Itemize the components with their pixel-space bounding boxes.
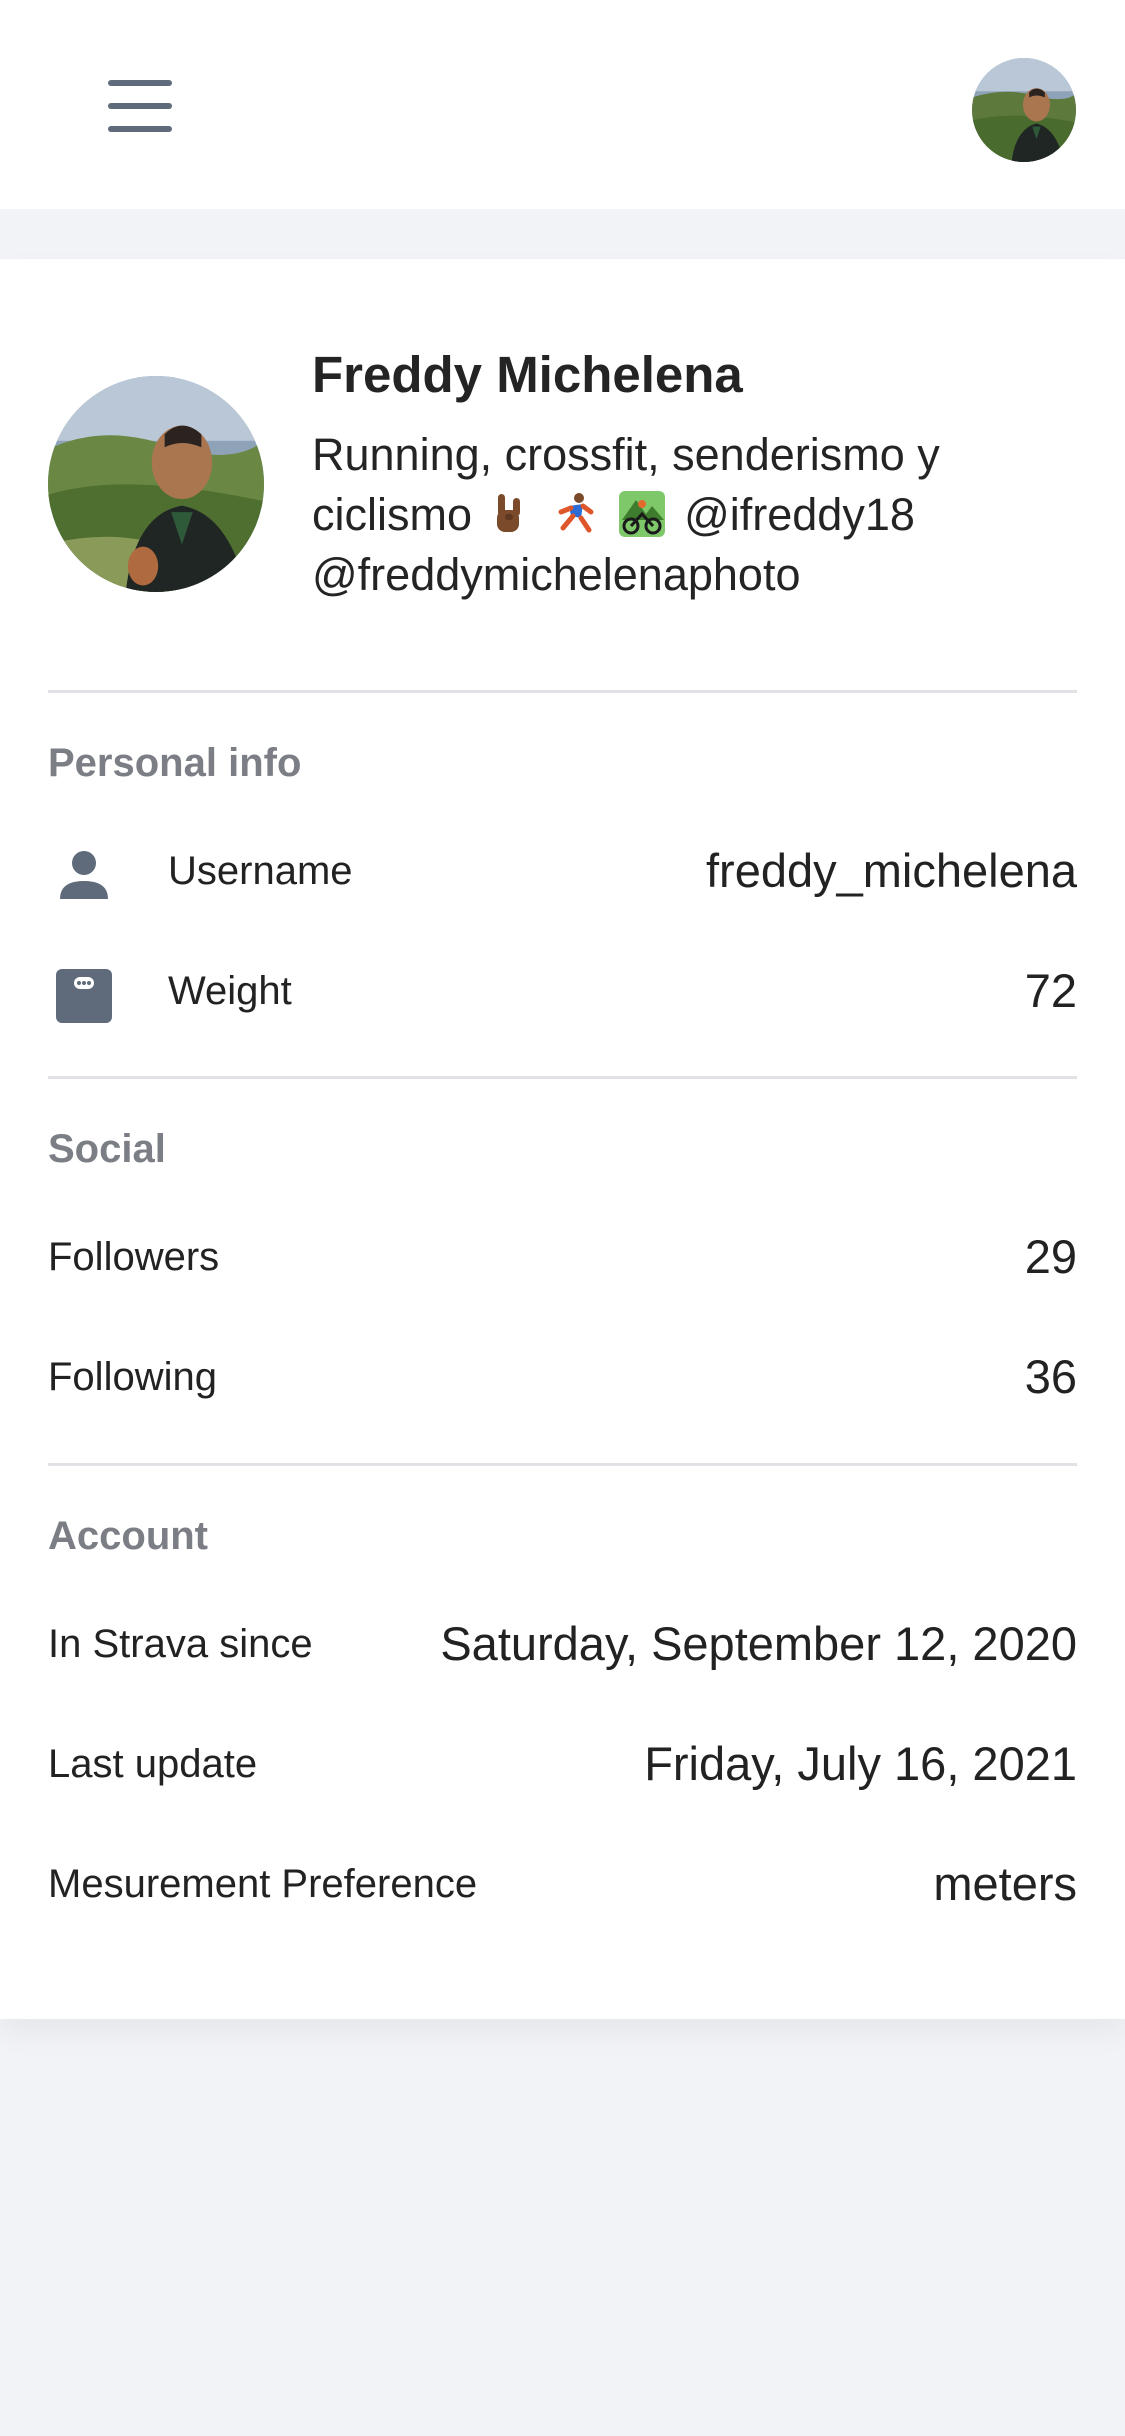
hamburger-menu-icon[interactable] [102,76,178,136]
bio-line-2: ciclismo @ifreddy18 [312,485,1092,545]
bio-line-1: Running, crossfit, senderismo y [312,429,940,480]
header-avatar[interactable] [972,58,1076,162]
person-icon [60,851,108,899]
person-running-emoji [558,493,594,533]
username-label: Username [168,849,353,893]
strava-since-label: In Strava since [48,1622,313,1666]
profile-card: Freddy Michelena Running, crossfit, send… [0,259,1125,2019]
followers-label: Followers [48,1235,220,1279]
divider [48,1076,1077,1079]
measurement-preference-label: Mesurement Preference [48,1862,478,1906]
scale-icon [56,969,112,1023]
section-title-account: Account [48,1514,208,1558]
following-value: 36 [1024,1350,1077,1403]
mountain-biking-emoji [618,491,665,537]
divider [48,690,1077,693]
section-title-personal-info: Personal info [48,741,302,785]
top-app-bar [0,0,1125,209]
username-value: freddy_michelena [706,844,1077,897]
strava-since-value: Saturday, September 12, 2020 [440,1617,1077,1670]
profile-avatar [48,376,264,592]
sign-of-horns-emoji [496,494,520,532]
last-update-label: Last update [48,1742,258,1786]
bio-line-3[interactable]: @freddymichelenaphoto [312,545,1092,605]
weight-value: 72 [1024,964,1077,1017]
section-title-social: Social [48,1127,166,1171]
following-label: Following [48,1355,217,1399]
last-update-value: Friday, July 16, 2021 [644,1737,1077,1790]
weight-label: Weight [168,969,292,1013]
followers-value: 29 [1024,1230,1077,1283]
divider [48,1463,1077,1466]
bio-handle[interactable]: @ifreddy18 [684,489,915,540]
bio-line-2-text: ciclismo [312,489,473,540]
measurement-preference-value: meters [933,1857,1077,1910]
profile-name: Freddy Michelena [312,346,743,403]
profile-bio: Running, crossfit, senderismo y ciclismo [312,425,1092,605]
